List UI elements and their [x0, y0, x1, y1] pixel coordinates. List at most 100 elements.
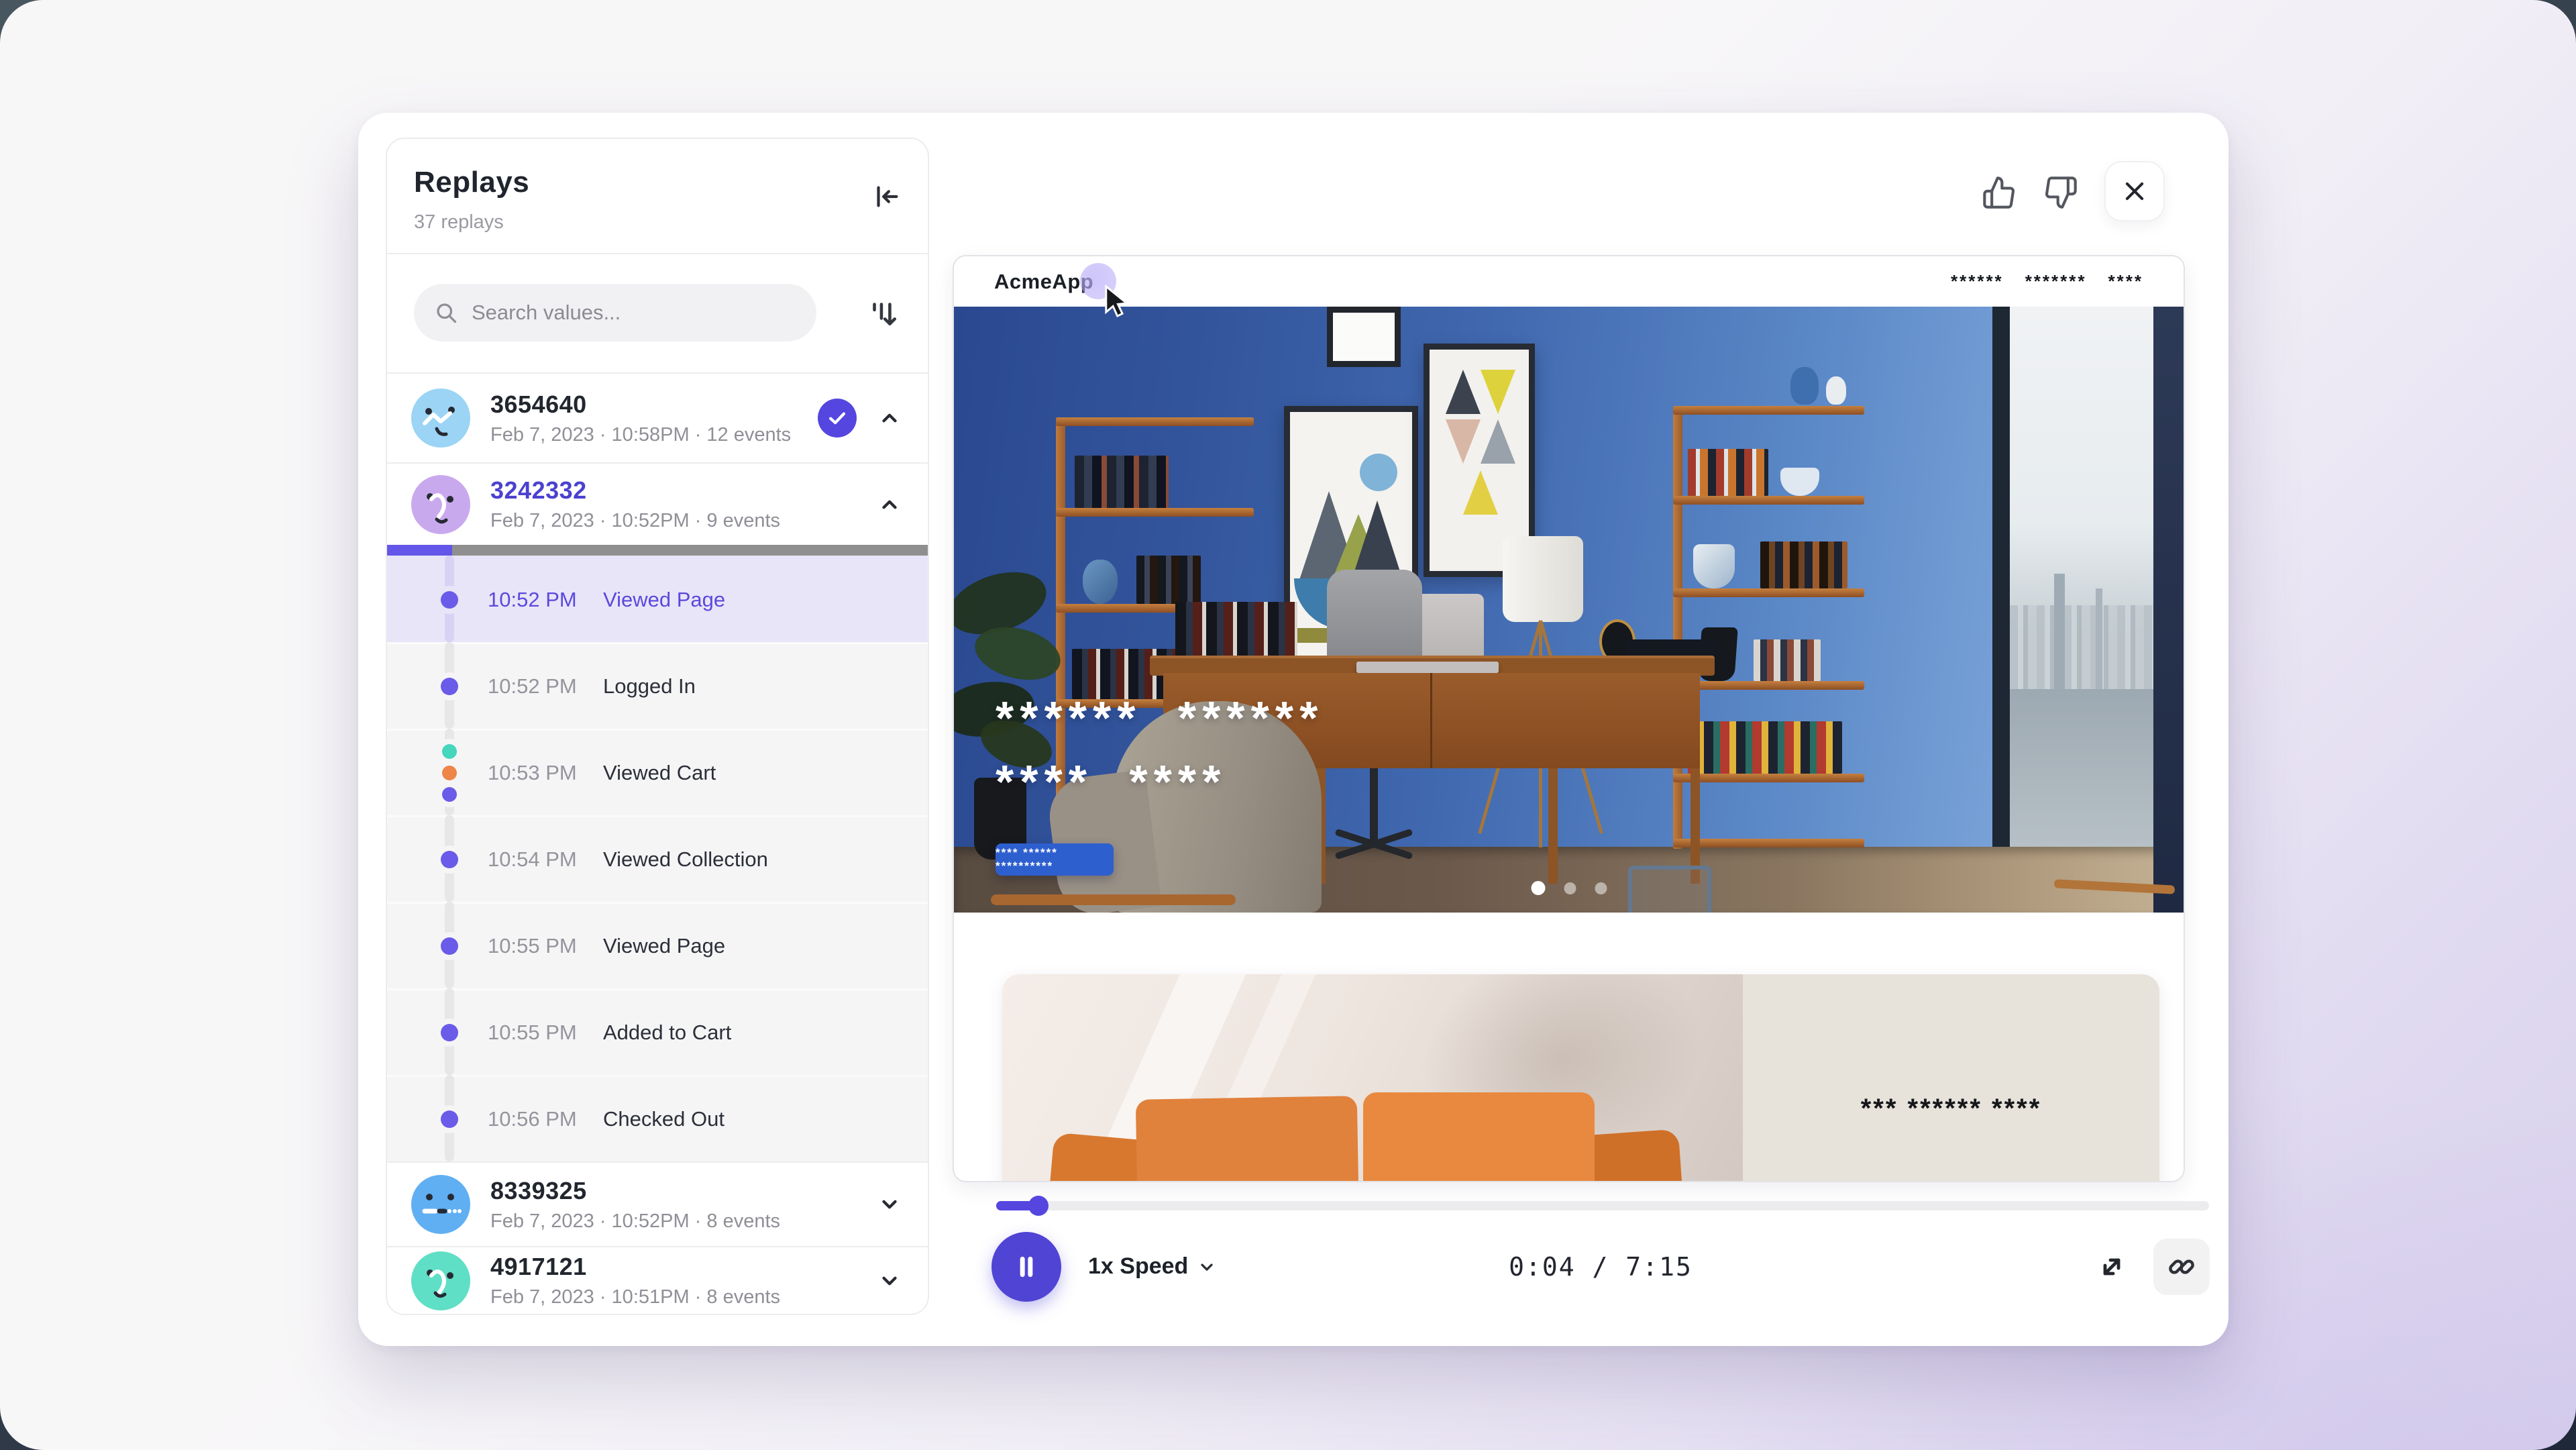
event-time: 10:52 PM [488, 674, 577, 698]
pause-button[interactable] [991, 1232, 1061, 1302]
event-time: 10:52 PM [488, 588, 577, 612]
poster-motif [1481, 370, 1515, 414]
close-button[interactable] [2104, 161, 2165, 221]
carousel-dots[interactable] [1531, 881, 1607, 895]
chevron-down-icon[interactable] [878, 1193, 901, 1216]
vase-decor [1083, 560, 1118, 604]
avatar [411, 1175, 470, 1234]
window-frame-decor [1992, 307, 2010, 847]
event-row[interactable]: 10:52 PM Logged In [387, 642, 928, 729]
session-row-active[interactable]: 3242332 Feb 7, 2023 · 10:52PM · 9 events [387, 462, 928, 545]
screen: Replays 37 replays [0, 0, 2576, 1450]
event-row[interactable]: 10:52 PM Viewed Page [387, 556, 928, 642]
site-logo: AcmeApp [994, 270, 1093, 294]
event-label[interactable]: Viewed Page [603, 934, 725, 958]
avatar [411, 389, 470, 448]
skyline-decor [2096, 588, 2102, 689]
event-time: 10:55 PM [488, 934, 577, 958]
replayed-site-header: AcmeApp ****** ******* **** [954, 256, 2184, 307]
sofa-cushion [1363, 1092, 1595, 1182]
search-input[interactable] [470, 300, 795, 325]
session-id[interactable]: 3654640 [490, 391, 791, 419]
shelf-rail [1673, 406, 1682, 849]
event-time: 10:55 PM [488, 1021, 577, 1045]
poster-motif [1360, 454, 1397, 491]
event-label[interactable]: Checked Out [603, 1107, 724, 1131]
site-nav: ****** ******* **** [1951, 271, 2143, 292]
playback-time: 0:04 / 7:15 [1509, 1252, 1693, 1282]
collapse-sidebar-button[interactable] [867, 178, 905, 215]
laptop-base-decor [1356, 662, 1499, 673]
event-time: 10:53 PM [488, 761, 577, 785]
session-meta: Feb 7, 2023 · 10:52PM · 8 events [490, 1210, 780, 1233]
desk-leg-decor [1548, 768, 1558, 884]
shelf-board [1673, 839, 1864, 847]
session-progress-bar[interactable] [387, 545, 928, 556]
session-row[interactable]: 3654640 Feb 7, 2023 · 10:58PM · 12 event… [387, 374, 928, 462]
session-text: 4917121 Feb 7, 2023 · 10:51PM · 8 events [490, 1253, 780, 1308]
event-row[interactable]: 10:55 PM Added to Cart [387, 988, 928, 1075]
replay-count: 37 replays [414, 211, 504, 234]
playback-seekbar[interactable] [996, 1201, 2209, 1210]
poster-motif [1463, 470, 1498, 515]
session-text: 8339325 Feb 7, 2023 · 10:52PM · 8 events [490, 1177, 780, 1233]
shelf-board [1673, 406, 1864, 415]
seek-knob[interactable] [1028, 1196, 1049, 1216]
sofa-decor [1049, 1098, 1682, 1182]
carousel-dot[interactable] [1564, 882, 1576, 894]
session-id[interactable]: 8339325 [490, 1177, 780, 1205]
event-row[interactable]: 10:56 PM Checked Out [387, 1075, 928, 1161]
chevron-up-icon[interactable] [878, 493, 901, 516]
sofa-cushion [1136, 1096, 1358, 1182]
bowl-decor [1780, 468, 1819, 496]
event-label[interactable]: Viewed Page [603, 588, 725, 612]
sort-button[interactable] [854, 284, 912, 342]
replays-sidebar: Replays 37 replays [386, 138, 929, 1315]
speed-label: 1x Speed [1088, 1253, 1188, 1280]
books-decor [1136, 556, 1201, 604]
hero-cta-button[interactable]: **** ****** ********** [996, 843, 1114, 876]
event-row[interactable]: 10:54 PM Viewed Collection [387, 815, 928, 902]
session-row[interactable]: 4917121 Feb 7, 2023 · 10:51PM · 8 events [387, 1246, 928, 1314]
thumbs-down-button[interactable] [2041, 172, 2081, 213]
share-link-button[interactable] [2153, 1239, 2210, 1295]
carousel-dot[interactable] [1531, 881, 1545, 895]
event-label[interactable]: Added to Cart [603, 1021, 731, 1045]
event-label[interactable]: Viewed Cart [603, 761, 716, 785]
event-dot [441, 1024, 458, 1041]
search-section [387, 253, 928, 374]
chevron-up-icon[interactable] [878, 407, 901, 429]
books-decor [1688, 449, 1768, 496]
session-row-actions [878, 493, 901, 516]
books-decor [1754, 639, 1821, 681]
bowl-decor [1693, 544, 1735, 588]
session-row[interactable]: 8339325 Feb 7, 2023 · 10:52PM · 8 events [387, 1161, 928, 1246]
session-row-actions [878, 1193, 901, 1216]
sidebar-header: Replays 37 replays [387, 139, 928, 253]
speed-dropdown[interactable]: 1x Speed [1088, 1253, 1216, 1280]
session-id[interactable]: 3242332 [490, 476, 780, 505]
chevron-down-icon[interactable] [878, 1270, 901, 1292]
carousel-dot[interactable] [1595, 882, 1607, 894]
chevron-down-icon [1197, 1257, 1216, 1276]
nav-item-masked: ******* [2025, 271, 2087, 292]
sofa-photo [1002, 974, 1743, 1182]
session-id[interactable]: 4917121 [490, 1253, 780, 1281]
search-icon [434, 301, 458, 325]
magazine-rack-decor [1628, 866, 1711, 913]
shelf-board [1056, 508, 1254, 517]
event-label[interactable]: Logged In [603, 674, 696, 698]
event-dot [441, 937, 458, 955]
event-label[interactable]: Viewed Collection [603, 847, 768, 872]
event-time: 10:56 PM [488, 1107, 577, 1131]
page-title: Replays [414, 166, 529, 199]
thumbs-up-icon [1982, 175, 2017, 210]
thumbs-up-button[interactable] [1979, 172, 2019, 213]
curtain-decor [2153, 307, 2184, 913]
chair-pole-decor [1370, 768, 1378, 841]
fullscreen-button[interactable] [2090, 1245, 2133, 1288]
event-row[interactable]: 10:55 PM Viewed Page [387, 902, 928, 988]
search-box[interactable] [414, 284, 816, 342]
event-row[interactable]: 10:53 PM Viewed Cart [387, 729, 928, 815]
content-card: *** ****** **** [1002, 974, 2159, 1182]
